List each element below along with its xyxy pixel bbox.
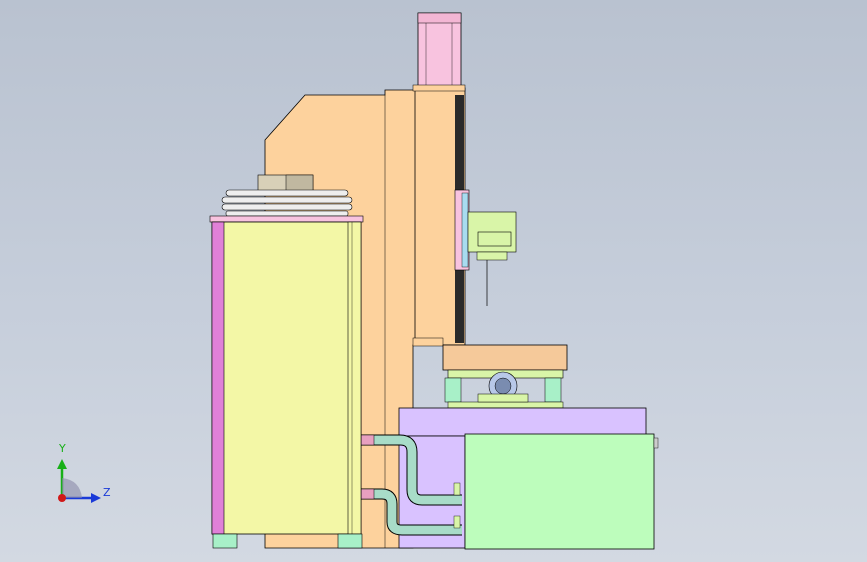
axis-triad <box>57 459 101 503</box>
y-axis-label: Y <box>59 442 66 455</box>
work-table[interactable] <box>442 344 568 409</box>
cooling-fins <box>221 189 353 217</box>
z-axis-label: Z <box>103 486 111 499</box>
oil-tank[interactable] <box>209 174 364 549</box>
graphics-viewport[interactable]: Y Z <box>0 0 867 562</box>
cad-model[interactable] <box>0 0 867 562</box>
top-motor[interactable] <box>412 12 466 92</box>
reservoir-tank[interactable] <box>464 433 659 550</box>
